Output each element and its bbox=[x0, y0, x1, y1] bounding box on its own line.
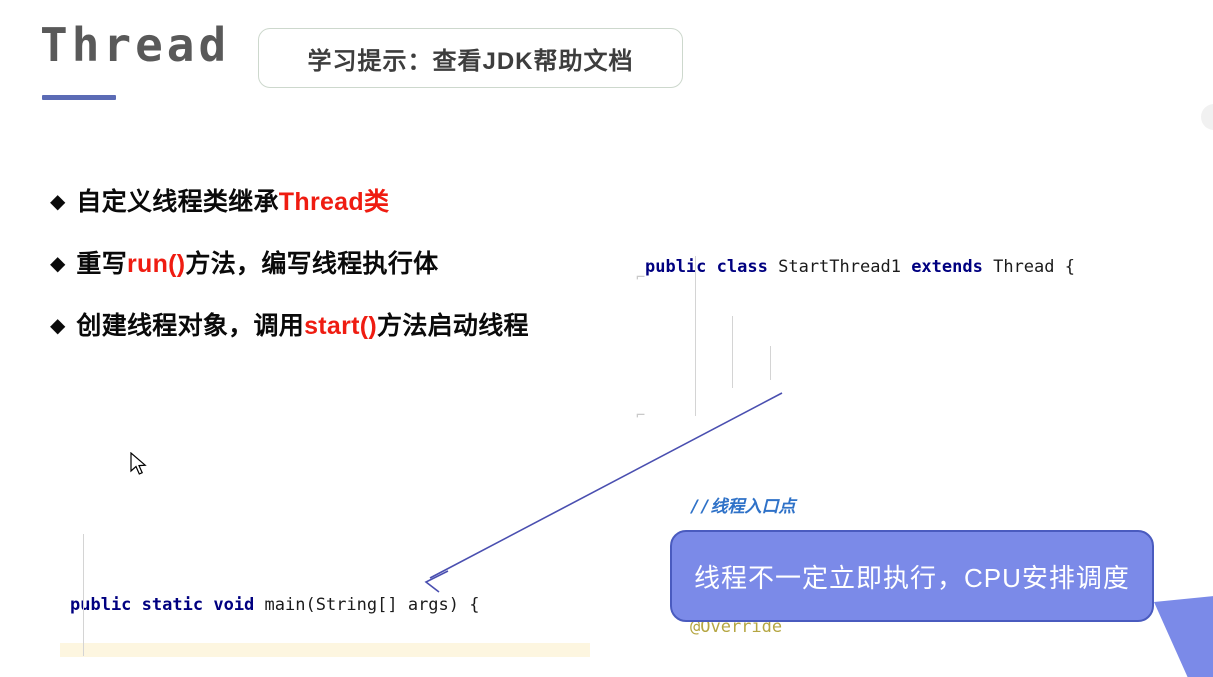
bullet-list: ◆ 自定义线程类继承Thread类 ◆ 重写run()方法，编写线程执行体 ◆ … bbox=[50, 182, 650, 368]
code-line: public class StartThread1 extends Thread… bbox=[645, 252, 1128, 282]
indent-guide bbox=[83, 534, 84, 656]
code-block-main: public static void main(String[] args) {… bbox=[70, 500, 487, 677]
diamond-bullet-icon: ◆ bbox=[50, 191, 66, 213]
code-fold-marker-icon[interactable]: ⌐ bbox=[636, 406, 645, 424]
code-fold-marker-icon[interactable]: ⌐ bbox=[636, 268, 645, 286]
bullet-item-2: 重写run()方法，编写线程执行体 bbox=[76, 244, 438, 280]
keyword-public: public bbox=[70, 595, 132, 615]
list-item: ◆ 自定义线程类继承Thread类 bbox=[50, 182, 650, 218]
indent-guide bbox=[695, 256, 696, 416]
brace-open: { bbox=[1064, 257, 1076, 277]
right-edge-decoration bbox=[1201, 104, 1213, 130]
identifier-superclass: Thread bbox=[993, 257, 1055, 277]
bullet-2-pre: 重写 bbox=[76, 250, 127, 278]
callout-tail-polygon bbox=[1154, 596, 1213, 677]
page-title: Thread bbox=[40, 18, 231, 72]
indent-guide bbox=[732, 316, 733, 388]
cursor-arrow-shape bbox=[130, 452, 147, 475]
bullet-item-1: 自定义线程类继承Thread类 bbox=[76, 182, 389, 218]
keyword-public: public bbox=[645, 257, 707, 277]
indent-guide bbox=[770, 346, 771, 380]
callout-box: 线程不一定立即执行，CPU安排调度 bbox=[670, 530, 1154, 622]
main-signature: main(String[] args) { bbox=[264, 595, 480, 615]
code-line: //线程入口点 bbox=[645, 492, 1128, 522]
keyword-class: class bbox=[716, 257, 768, 277]
bullet-1-highlight: Thread类 bbox=[278, 188, 390, 216]
bullet-2-post: 方法，编写线程执行体 bbox=[185, 250, 439, 278]
bullet-item-3: 创建线程对象，调用start()方法启动线程 bbox=[76, 306, 528, 342]
mouse-pointer-icon bbox=[130, 452, 147, 475]
diamond-bullet-icon: ◆ bbox=[50, 315, 66, 337]
study-hint-pill: 学习提示：查看JDK帮助文档 bbox=[258, 28, 683, 88]
bullet-2-highlight: run() bbox=[127, 250, 186, 278]
keyword-void: void bbox=[213, 595, 255, 615]
identifier-classname: StartThread1 bbox=[778, 257, 901, 277]
keyword-static: static bbox=[141, 595, 204, 615]
code-line: public static void main(String[] args) { bbox=[70, 590, 487, 620]
title-underline-accent bbox=[42, 95, 116, 100]
bullet-3-pre: 创建线程对象，调用 bbox=[76, 312, 305, 340]
list-item: ◆ 重写run()方法，编写线程执行体 bbox=[50, 244, 650, 280]
keyword-extends: extends bbox=[911, 257, 983, 277]
callout-text: 线程不一定立即执行，CPU安排调度 bbox=[694, 562, 1130, 593]
bullet-3-highlight: start() bbox=[304, 312, 378, 340]
comment-thread-entry: //线程入口点 bbox=[690, 497, 796, 517]
bullet-3-post: 方法启动线程 bbox=[377, 312, 529, 340]
diamond-bullet-icon: ◆ bbox=[50, 253, 66, 275]
study-hint-label: 学习提示：查看JDK帮助文档 bbox=[307, 47, 634, 75]
list-item: ◆ 创建线程对象，调用start()方法启动线程 bbox=[50, 306, 650, 342]
slide-canvas: Thread 学习提示：查看JDK帮助文档 ◆ 自定义线程类继承Thread类 … bbox=[0, 0, 1213, 677]
bullet-1-pre: 自定义线程类继承 bbox=[76, 188, 279, 216]
callout-tail-shape bbox=[1154, 596, 1213, 677]
